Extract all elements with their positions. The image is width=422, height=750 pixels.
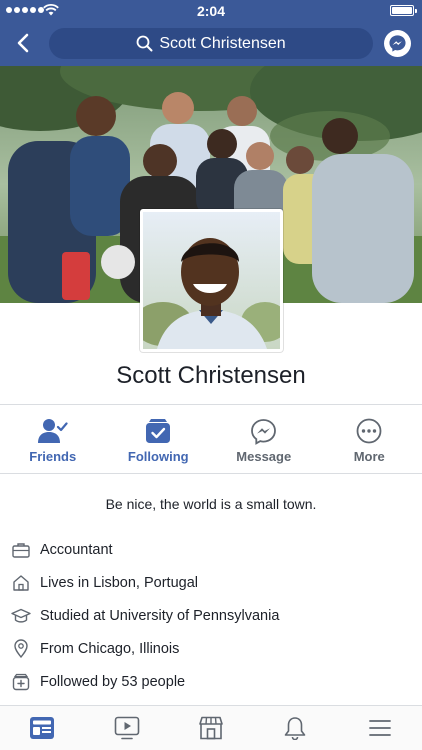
tab-marketplace[interactable] <box>169 706 253 750</box>
search-query: Scott Christensen <box>159 34 286 52</box>
followers-icon <box>12 673 30 690</box>
profile-picture[interactable] <box>140 209 283 352</box>
bottom-tab-bar <box>0 705 422 750</box>
tab-video[interactable] <box>84 706 168 750</box>
divider <box>0 473 422 474</box>
more-icon <box>356 418 382 444</box>
briefcase-icon <box>12 542 30 558</box>
search-bar[interactable]: Scott Christensen <box>49 28 373 59</box>
detail-residence[interactable]: Lives in Lisbon, Portugal <box>0 566 422 599</box>
marketplace-icon <box>199 716 223 740</box>
location-pin-icon <box>14 639 28 658</box>
detail-work[interactable]: Accountant <box>0 533 422 566</box>
messenger-button[interactable] <box>384 30 411 57</box>
profile-actions: Friends Following Message More <box>0 405 422 473</box>
battery-icon <box>390 5 417 16</box>
message-label: Message <box>236 449 292 464</box>
status-time: 2:04 <box>196 3 226 19</box>
following-icon <box>146 419 171 443</box>
home-icon <box>13 574 29 591</box>
graduation-cap-icon <box>11 608 31 623</box>
back-arrow-icon[interactable] <box>12 31 36 55</box>
message-icon <box>251 418 277 445</box>
more-button[interactable]: More <box>317 405 422 473</box>
profile-name: Scott Christensen <box>116 362 306 389</box>
detail-education[interactable]: Studied at University of Pennsylvania <box>0 599 422 632</box>
video-icon <box>114 716 139 740</box>
friends-button[interactable]: Friends <box>0 405 106 473</box>
messenger-icon <box>389 35 406 52</box>
detail-followers[interactable]: Followed by 53 people <box>0 665 422 698</box>
top-navigation-bar: 2:04 Scott Christensen <box>0 0 422 66</box>
detail-text: Lives in Lisbon, Portugal <box>40 574 198 591</box>
friends-label: Friends <box>29 449 77 464</box>
following-button[interactable]: Following <box>106 405 212 473</box>
tab-menu[interactable] <box>338 706 422 750</box>
message-button[interactable]: Message <box>211 405 317 473</box>
status-bar: 2:04 <box>0 0 422 22</box>
intro-details: Accountant Lives in Lisbon, Portugal Stu… <box>0 533 422 698</box>
following-label: Following <box>127 449 189 464</box>
detail-text: Accountant <box>40 541 113 558</box>
more-label: More <box>353 449 385 464</box>
tab-news-feed[interactable] <box>0 706 84 750</box>
menu-icon <box>368 720 391 736</box>
profile-bio: Be nice, the world is a small town. <box>105 496 317 512</box>
detail-text: Followed by 53 people <box>40 673 186 690</box>
tab-notifications[interactable] <box>253 706 337 750</box>
friends-check-icon <box>37 419 68 443</box>
detail-text: Studied at University of Pennsylvania <box>40 607 280 624</box>
news-feed-icon <box>30 717 55 739</box>
detail-text: From Chicago, Illinois <box>40 640 180 657</box>
notifications-icon <box>285 717 306 740</box>
search-icon <box>136 35 153 52</box>
detail-hometown[interactable]: From Chicago, Illinois <box>0 632 422 665</box>
